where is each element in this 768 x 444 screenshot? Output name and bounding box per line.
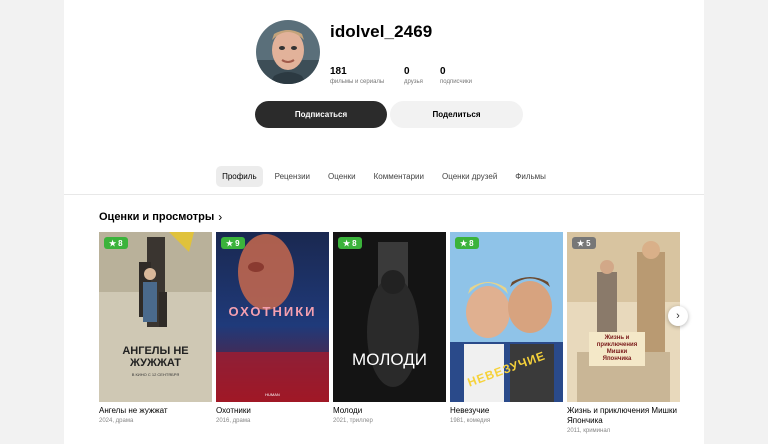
profile-tabs: Профиль Рецензии Оценки Комментарии Оцен… [64,166,704,187]
username: idolvel_2469 [330,22,433,41]
poster-subtitle-text: HUMAN [265,392,280,397]
star-icon: ★ [577,238,585,248]
stat-friends[interactable]: 0 друзья [404,66,423,85]
movie-title[interactable]: Охотники [216,406,329,416]
movie-meta: 2024, драма [99,418,134,424]
movie-meta: 2011, криминал [567,428,611,434]
tab-comments[interactable]: Комментарии [368,166,430,187]
stat-friends-value: 0 [404,66,410,77]
poster-subtitle-text: В КИНО С 12 СЕНТЯБРЯ [131,372,180,377]
rating-badge: ★ 5 [572,237,596,249]
chevron-right-icon: › [676,310,680,322]
stat-friends-label: друзья [404,79,423,85]
ratings-section-title-text: Оценки и просмотры [99,211,215,223]
stat-films-label: фильмы и сериалы [330,79,385,85]
stat-followers[interactable]: 0 подписчики [440,66,472,85]
rating-value: 8 [469,238,474,248]
rating-badge: ★ 9 [221,237,245,249]
stat-films[interactable]: 181 фильмы и сериалы [330,66,384,85]
movie-title[interactable]: Ангелы не жужжат [99,406,212,416]
tabs-divider [64,194,704,195]
rating-badge: ★ 8 [104,237,128,249]
subscribe-button[interactable]: Подписаться [255,101,387,128]
star-icon: ★ [460,238,468,248]
movie-poster[interactable]: Жизнь и приключения Мишки Япончика ★ 5 [567,232,680,402]
carousel-next-button[interactable]: › [668,306,688,326]
ratings-section-title[interactable]: Оценки и просмотры › [99,210,222,224]
movie-title[interactable]: Жизнь и приключения Мишки Япончика [567,406,680,426]
share-button[interactable]: Поделиться [390,101,523,128]
rating-value: 8 [352,238,357,248]
star-icon: ★ [109,238,117,248]
poster-title-text: МОЛОДИ [352,350,427,369]
movie-meta: 1981, комедия [450,418,491,424]
rating-value: 8 [118,238,123,248]
profile-page: idolvel_2469 181 фильмы и сериалы 0 друз… [64,0,704,444]
rating-value: 5 [586,238,591,248]
stat-films-value: 181 [330,66,347,77]
avatar[interactable] [256,20,320,84]
star-icon: ★ [343,238,351,248]
movie-card[interactable]: НЕВЕЗУЧИЕ ★ 8 Невезучие 1981, комедия [450,232,563,425]
poster-title-text: ОХОТНИКИ [228,304,317,319]
tab-reviews[interactable]: Рецензии [269,166,316,187]
movie-meta: 2021, триллер [333,418,373,424]
rating-value: 9 [235,238,240,248]
stat-followers-label: подписчики [440,79,472,85]
tab-friends-ratings[interactable]: Оценки друзей [436,166,503,187]
poster-title-text: АНГЕЛЫ НЕ ЖУЖЖАТ [122,345,189,369]
movie-card[interactable]: МОЛОДИ ★ 8 Молоди 2021, триллер [333,232,446,425]
movie-card[interactable]: ОХОТНИКИ HUMAN ★ 9 Охотники 2016, драма [216,232,329,425]
chevron-right-icon: › [218,210,223,224]
rating-badge: ★ 8 [338,237,362,249]
rating-badge: ★ 8 [455,237,479,249]
tab-films[interactable]: Фильмы [509,166,552,187]
movie-meta: 2016, драма [216,418,251,424]
movie-card[interactable]: Жизнь и приключения Мишки Япончика ★ 5 Ж… [567,232,680,435]
stat-followers-value: 0 [440,66,446,77]
movie-poster[interactable]: ОХОТНИКИ HUMAN ★ 9 [216,232,329,402]
movie-title[interactable]: Невезучие [450,406,563,416]
tab-ratings[interactable]: Оценки [322,166,362,187]
movie-poster[interactable]: НЕВЕЗУЧИЕ ★ 8 [450,232,563,402]
star-icon: ★ [226,238,234,248]
movie-card[interactable]: АНГЕЛЫ НЕ ЖУЖЖАТ В КИНО С 12 СЕНТЯБРЯ ★ … [99,232,212,425]
movie-title[interactable]: Молоди [333,406,446,416]
movie-poster[interactable]: АНГЕЛЫ НЕ ЖУЖЖАТ В КИНО С 12 СЕНТЯБРЯ ★ … [99,232,212,402]
tab-profile[interactable]: Профиль [216,166,263,187]
movie-poster[interactable]: МОЛОДИ ★ 8 [333,232,446,402]
poster-title-text: Жизнь и приключения Мишки Япончика [589,332,645,366]
